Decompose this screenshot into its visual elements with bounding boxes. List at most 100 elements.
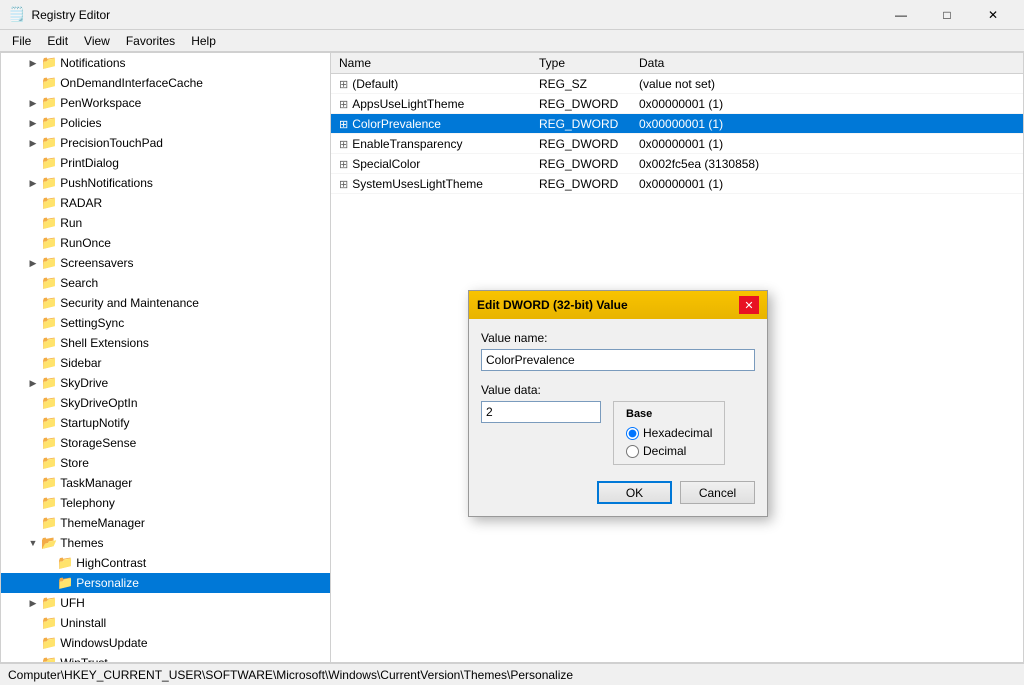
tree-item-runonce[interactable]: 📁RunOnce <box>1 233 330 253</box>
tree-item-pushnotifications[interactable]: ▶📁PushNotifications <box>1 173 330 193</box>
tree-label-personalize: Personalize <box>76 576 139 590</box>
tree-item-shellextensions[interactable]: 📁Shell Extensions <box>1 333 330 353</box>
tree-item-penworkspace[interactable]: ▶📁PenWorkspace <box>1 93 330 113</box>
hexadecimal-radio-item[interactable]: Hexadecimal <box>626 426 712 440</box>
tree-label-notifications: Notifications <box>60 56 125 70</box>
value-name-input[interactable] <box>481 349 755 371</box>
menu-help[interactable]: Help <box>183 32 224 50</box>
tree-item-skydrive[interactable]: ▶📁SkyDrive <box>1 373 330 393</box>
folder-icon-search: 📁 <box>41 275 57 291</box>
tree-item-store[interactable]: 📁Store <box>1 453 330 473</box>
tree-item-telephony[interactable]: 📁Telephony <box>1 493 330 513</box>
tree-item-skydriveoptln[interactable]: 📁SkyDriveOptIn <box>1 393 330 413</box>
base-group: Base Hexadecimal Decimal <box>613 401 725 465</box>
minimize-button[interactable]: — <box>878 0 924 30</box>
expand-icon-policies[interactable]: ▶ <box>25 115 41 131</box>
menu-view[interactable]: View <box>76 32 118 50</box>
tree-item-notifications[interactable]: ▶📁Notifications <box>1 53 330 73</box>
table-row[interactable]: ⊞SpecialColorREG_DWORD0x002fc5ea (313085… <box>331 154 1023 174</box>
folder-icon-pushnotifications: 📁 <box>41 175 57 191</box>
folder-icon-screensavers: 📁 <box>41 255 57 271</box>
menu-file[interactable]: File <box>4 32 39 50</box>
tree-item-policies[interactable]: ▶📁Policies <box>1 113 330 133</box>
folder-icon-wintrust: 📁 <box>41 655 57 662</box>
ok-button[interactable]: OK <box>597 481 672 504</box>
expand-icon-precisiontouchpad[interactable]: ▶ <box>25 135 41 151</box>
decimal-radio-item[interactable]: Decimal <box>626 444 712 458</box>
reg-name: ⊞SpecialColor <box>331 154 531 174</box>
tree-item-printdialog[interactable]: 📁PrintDialog <box>1 153 330 173</box>
hexadecimal-radio[interactable] <box>626 427 639 440</box>
value-data-input[interactable] <box>481 401 601 423</box>
dialog-close-button[interactable]: ✕ <box>739 296 759 314</box>
table-row[interactable]: ⊞ColorPrevalenceREG_DWORD0x00000001 (1) <box>331 114 1023 134</box>
expand-icon-screensavers[interactable]: ▶ <box>25 255 41 271</box>
reg-type-icon: ⊞ <box>339 139 348 151</box>
tree-pane[interactable]: ▶📁Notifications📁OnDemandInterfaceCache▶📁… <box>1 53 331 662</box>
folder-icon-precisiontouchpad: 📁 <box>41 135 57 151</box>
tree-item-search[interactable]: 📁Search <box>1 273 330 293</box>
decimal-radio[interactable] <box>626 445 639 458</box>
table-row[interactable]: ⊞EnableTransparencyREG_DWORD0x00000001 (… <box>331 134 1023 154</box>
expand-icon-notifications[interactable]: ▶ <box>25 55 41 71</box>
tree-label-windowsupdate: WindowsUpdate <box>60 636 147 650</box>
tree-item-precisiontouchpad[interactable]: ▶📁PrecisionTouchPad <box>1 133 330 153</box>
menu-bar: File Edit View Favorites Help <box>0 30 1024 52</box>
tree-label-securityandmaintenance: Security and Maintenance <box>60 296 199 310</box>
expand-icon-skydrive[interactable]: ▶ <box>25 375 41 391</box>
folder-icon-settingsync: 📁 <box>41 315 57 331</box>
registry-table: Name Type Data ⊞(Default)REG_SZ(value no… <box>331 53 1023 194</box>
folder-icon-store: 📁 <box>41 455 57 471</box>
value-data-row: Value data: Base Hexadecimal Decimal <box>481 383 755 465</box>
tree-item-thememanager[interactable]: 📁ThemeManager <box>1 513 330 533</box>
window-controls: — □ ✕ <box>878 0 1016 30</box>
table-row[interactable]: ⊞AppsUseLightThemeREG_DWORD0x00000001 (1… <box>331 94 1023 114</box>
cancel-button[interactable]: Cancel <box>680 481 755 504</box>
reg-data: 0x00000001 (1) <box>631 114 1023 134</box>
reg-name: ⊞AppsUseLightTheme <box>331 94 531 114</box>
expand-icon-penworkspace[interactable]: ▶ <box>25 95 41 111</box>
tree-item-ondemandinterfacecache[interactable]: 📁OnDemandInterfaceCache <box>1 73 330 93</box>
menu-favorites[interactable]: Favorites <box>118 32 183 50</box>
base-label: Base <box>626 408 712 420</box>
reg-data: 0x00000001 (1) <box>631 174 1023 194</box>
tree-item-windowsupdate[interactable]: 📁WindowsUpdate <box>1 633 330 653</box>
tree-item-highcontrast[interactable]: 📁HighContrast <box>1 553 330 573</box>
tree-label-runonce: RunOnce <box>60 236 111 250</box>
table-row[interactable]: ⊞SystemUsesLightThemeREG_DWORD0x00000001… <box>331 174 1023 194</box>
reg-type-icon: ⊞ <box>339 179 348 191</box>
tree-label-taskmanager: TaskManager <box>60 476 132 490</box>
tree-label-wintrust: WinTrust <box>60 656 108 662</box>
folder-icon-windowsupdate: 📁 <box>41 635 57 651</box>
tree-label-settingsync: SettingSync <box>60 316 124 330</box>
expand-icon-ufh[interactable]: ▶ <box>25 595 41 611</box>
tree-item-wintrust[interactable]: 📁WinTrust <box>1 653 330 662</box>
expand-icon-themes[interactable]: ▼ <box>25 535 41 551</box>
tree-item-storagesense[interactable]: 📁StorageSense <box>1 433 330 453</box>
tree-label-printdialog: PrintDialog <box>60 156 119 170</box>
tree-item-run[interactable]: 📁Run <box>1 213 330 233</box>
tree-item-personalize[interactable]: 📁Personalize <box>1 573 330 593</box>
edit-dword-dialog[interactable]: Edit DWORD (32-bit) Value ✕ Value name: … <box>468 290 768 517</box>
tree-item-sidebar[interactable]: 📁Sidebar <box>1 353 330 373</box>
tree-item-settingsync[interactable]: 📁SettingSync <box>1 313 330 333</box>
maximize-button[interactable]: □ <box>924 0 970 30</box>
menu-edit[interactable]: Edit <box>39 32 76 50</box>
tree-item-startupnotify[interactable]: 📁StartupNotify <box>1 413 330 433</box>
tree-label-storagesense: StorageSense <box>60 436 136 450</box>
tree-item-themes[interactable]: ▼📂Themes <box>1 533 330 553</box>
table-row[interactable]: ⊞(Default)REG_SZ(value not set) <box>331 74 1023 94</box>
folder-icon-printdialog: 📁 <box>41 155 57 171</box>
dialog-title: Edit DWORD (32-bit) Value <box>477 298 739 312</box>
tree-item-securityandmaintenance[interactable]: 📁Security and Maintenance <box>1 293 330 313</box>
close-button[interactable]: ✕ <box>970 0 1016 30</box>
tree-item-radar[interactable]: 📁RADAR <box>1 193 330 213</box>
tree-item-screensavers[interactable]: ▶📁Screensavers <box>1 253 330 273</box>
folder-icon-penworkspace: 📁 <box>41 95 57 111</box>
reg-data: (value not set) <box>631 74 1023 94</box>
expand-icon-pushnotifications[interactable]: ▶ <box>25 175 41 191</box>
tree-label-thememanager: ThemeManager <box>60 516 145 530</box>
tree-item-uninstall[interactable]: 📁Uninstall <box>1 613 330 633</box>
tree-item-taskmanager[interactable]: 📁TaskManager <box>1 473 330 493</box>
tree-item-ufh[interactable]: ▶📁UFH <box>1 593 330 613</box>
